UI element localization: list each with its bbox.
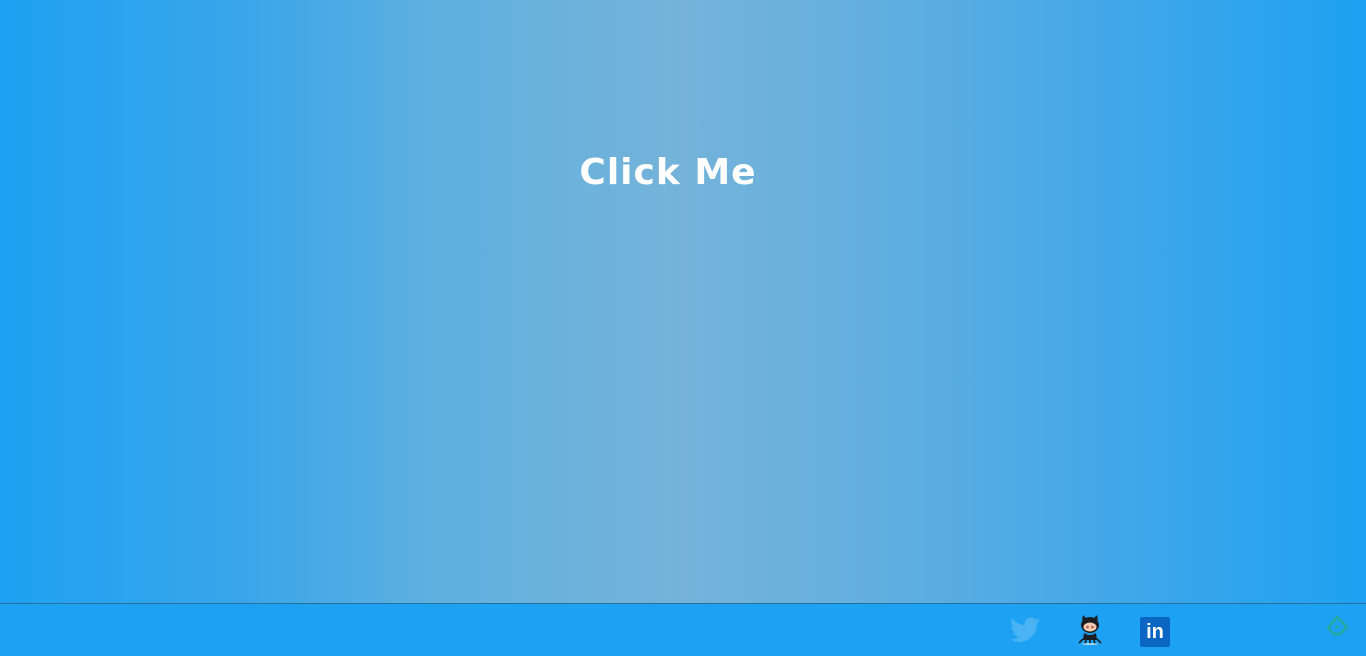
- feedly-icon: [1324, 615, 1350, 644]
- github-octocat-icon: [1076, 615, 1104, 649]
- github-link[interactable]: [1074, 615, 1106, 649]
- twitter-icon: [1010, 617, 1040, 647]
- main-stage: Click Me: [0, 0, 1366, 603]
- footer-bar: in: [0, 603, 1366, 656]
- twitter-link[interactable]: [1009, 616, 1041, 648]
- click-me-button[interactable]: Click Me: [0, 152, 1336, 193]
- linkedin-link[interactable]: in: [1139, 616, 1171, 648]
- feedly-link[interactable]: [1324, 614, 1350, 640]
- linkedin-icon-label: in: [1146, 621, 1164, 643]
- linkedin-icon: in: [1140, 617, 1170, 647]
